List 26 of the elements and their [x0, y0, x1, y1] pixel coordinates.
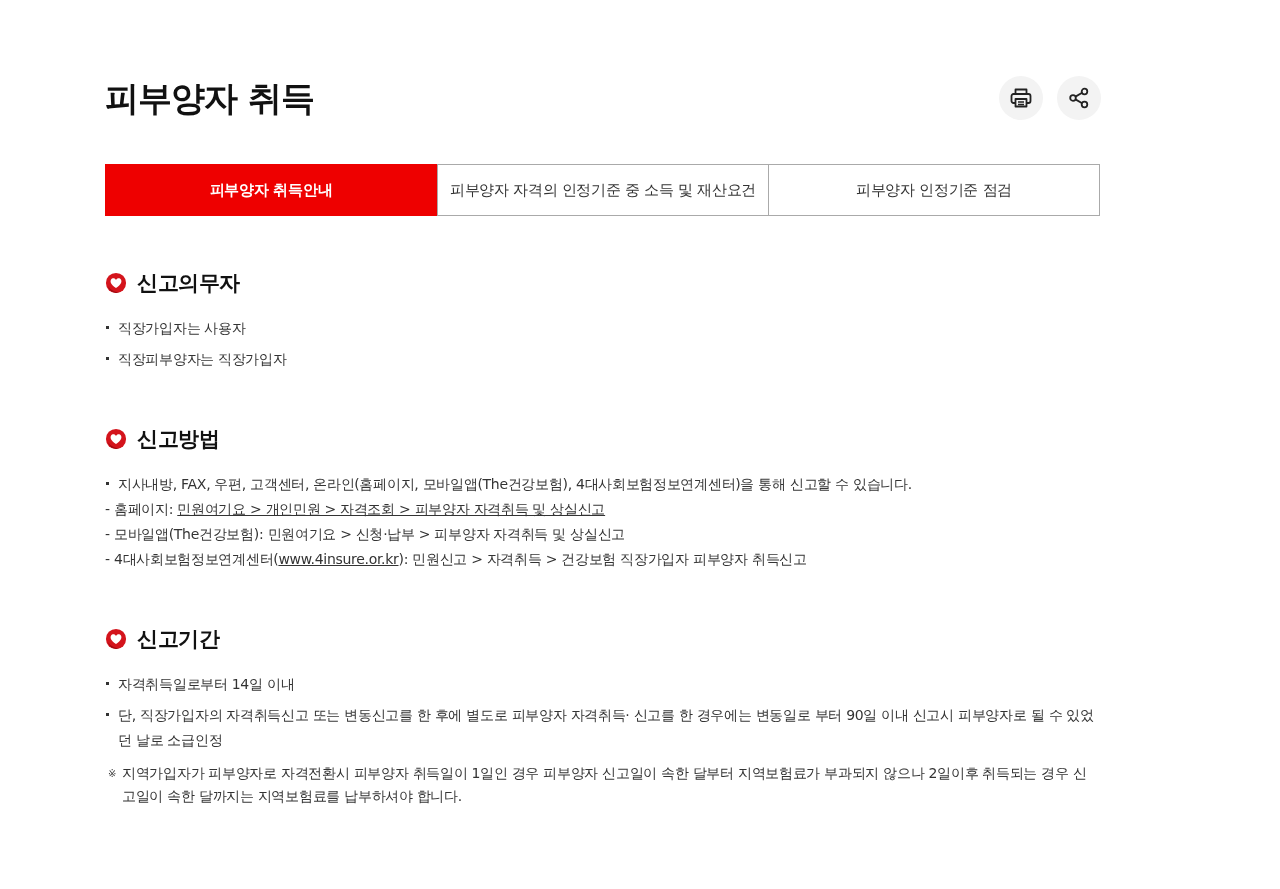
- print-button[interactable]: [999, 76, 1043, 120]
- link[interactable]: www.4insure.or.kr: [278, 551, 399, 567]
- note-text: 지역가입자가 피부양자로 자격전환시 피부양자 취득일이 1일인 경우 피부양자 신고일이 속한 달부터 지역보험료가 부과되지 않으나 2일이후 취득되는 경우 신고일이 속한 달까지는 지역보험료를 납부하셔야 합니다.: [122, 764, 1088, 806]
- section-heading: 신고방법: [137, 426, 219, 453]
- note-mark: ※: [108, 767, 118, 781]
- info-text: 자격취득일로부터 14일 이내: [118, 675, 296, 694]
- info-text: 지사내방, FAX, 우편, 고객센터, 온라인(홈페이지, 모바일앱(The건강보험), 4대사회보험정보연계센터)을 통해 신고할 수 있습니다.: [118, 475, 913, 494]
- bullet-icon: [106, 326, 109, 329]
- section-heading: 신고기간: [137, 626, 219, 653]
- bullet-icon: [106, 713, 109, 716]
- share-icon: [1067, 86, 1091, 110]
- path-text: - 홈페이지: 민원여기요 > 개인민원 > 자격조회 > 피부양자 자격취득 및 상실신고: [105, 500, 607, 519]
- path-text: - 모바일앱(The건강보험): 민원여기요 > 신청·납부 > 피부양자 자격취득 및 상실신고: [105, 525, 626, 544]
- bullet-icon: [106, 482, 109, 485]
- printer-icon: [1009, 86, 1033, 110]
- bullet-icon: [106, 682, 109, 685]
- info-text: 직장가입자는 사용자: [118, 319, 247, 338]
- page-title: 피부양자 취득: [105, 77, 314, 120]
- share-button[interactable]: [1057, 76, 1101, 120]
- tab[interactable]: 피부양자 취득안내: [105, 164, 437, 216]
- bullet-icon: [106, 357, 109, 360]
- info-text: 단, 직장가입자의 자격취득신고 또는 변동신고를 한 후에 별도로 피부양자 자격취득· 신고를 한 경우에는 변동일로 부터 90일 이내 신고시 피부양자로 될 수 있었던 날로 소급인정: [118, 706, 1095, 750]
- link[interactable]: 민원여기요 > 개인민원 > 자격조회 > 피부양자 자격취득 및 상실신고: [177, 501, 606, 517]
- info-text: 직장피부양자는 직장가입자: [118, 350, 288, 369]
- section-heading: 신고의무자: [137, 270, 240, 297]
- path-text: - 4대사회보험정보연계센터(www.4insure.or.kr): 민원신고 > 자격취득 > 건강보험 직장가입자 피부양자 취득신고: [105, 550, 808, 569]
